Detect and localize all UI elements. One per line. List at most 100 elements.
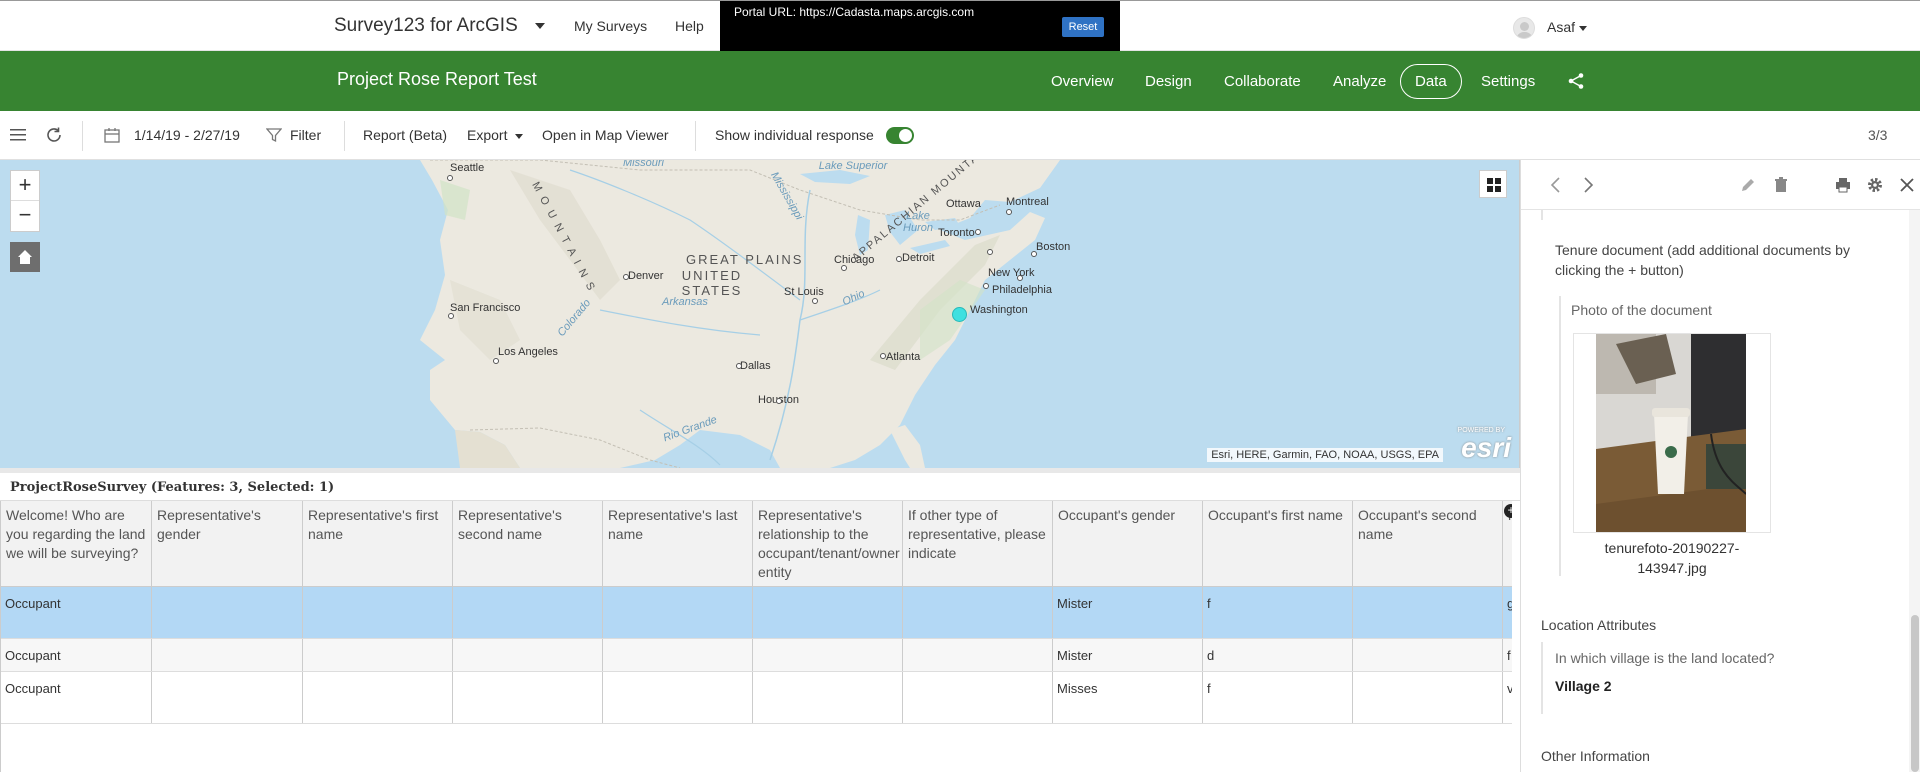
- chevron-right-icon[interactable]: [1579, 176, 1597, 194]
- city-dot: [776, 398, 782, 404]
- map-label-lake-superior: Lake Superior: [818, 160, 888, 172]
- city-dot: [880, 353, 886, 359]
- panel-scrollbar[interactable]: [1909, 210, 1920, 772]
- city-dot: [736, 363, 742, 369]
- close-icon[interactable]: [1898, 176, 1916, 194]
- column-header[interactable]: Occupant's gender: [1053, 501, 1203, 587]
- map-label-dallas: Dallas: [740, 360, 771, 372]
- table-cell: Mister: [1053, 587, 1203, 638]
- portal-url-text: Portal URL: https://Cadasta.maps.arcgis.…: [734, 5, 975, 19]
- village-answer: Village 2: [1555, 678, 1612, 694]
- help-link[interactable]: Help: [675, 18, 704, 34]
- table-cell: [603, 672, 753, 723]
- table-cell: [303, 639, 453, 671]
- app-title[interactable]: Survey123 for ArcGIS: [334, 15, 518, 37]
- table-cell: [753, 672, 903, 723]
- basemap-gallery-button[interactable]: [1479, 170, 1507, 198]
- table-cell: [903, 672, 1053, 723]
- map-label-seattle: Seattle: [450, 162, 485, 174]
- print-icon[interactable]: [1834, 176, 1852, 194]
- table-cell: [453, 672, 603, 723]
- column-header[interactable]: Representative's first name: [303, 501, 453, 587]
- app-menu-caret-icon[interactable]: [535, 23, 545, 29]
- tab-overview[interactable]: Overview: [1051, 73, 1114, 90]
- section-line: [1541, 642, 1543, 714]
- esri-logo[interactable]: esri: [1461, 432, 1511, 464]
- map-label-united-states: UNITED STATES: [681, 268, 743, 298]
- table-cell: [152, 672, 303, 723]
- scrollbar-thumb[interactable]: [1911, 615, 1919, 772]
- village-question: In which village is the land located?: [1555, 650, 1775, 666]
- city-dot: [448, 313, 454, 319]
- photo-label: Photo of the document: [1571, 302, 1712, 318]
- filter-button[interactable]: Filter: [290, 127, 321, 143]
- city-dot: [812, 298, 818, 304]
- table-cell: [303, 587, 453, 638]
- table-row[interactable]: Occupant Mister d f: [1, 639, 1512, 672]
- share-icon[interactable]: [1567, 72, 1585, 90]
- calendar-icon[interactable]: [104, 127, 120, 143]
- table-row[interactable]: Occupant Misses f v: [1, 672, 1512, 724]
- column-options-icon[interactable]: +: [1504, 504, 1512, 518]
- map-view[interactable]: Seattle Missouri Lake Superior Mississip…: [0, 160, 1520, 468]
- user-menu-caret-icon[interactable]: [1579, 26, 1587, 31]
- response-panel: Tenure document (add additional document…: [1520, 160, 1920, 772]
- my-surveys-link[interactable]: My Surveys: [574, 18, 647, 34]
- export-caret-icon[interactable]: [515, 134, 523, 139]
- gear-icon[interactable]: [1866, 176, 1884, 194]
- column-header[interactable]: If other type of representative, please …: [903, 501, 1053, 587]
- zoom-out-button[interactable]: −: [11, 201, 39, 231]
- open-map-viewer-button[interactable]: Open in Map Viewer: [542, 127, 669, 143]
- refresh-icon[interactable]: [45, 126, 63, 144]
- column-header[interactable]: Occupant's first name: [1203, 501, 1353, 587]
- delete-icon[interactable]: [1772, 176, 1790, 194]
- tab-data[interactable]: Data: [1400, 64, 1462, 99]
- toolbar-divider: [344, 121, 345, 151]
- table-cell: [152, 639, 303, 671]
- user-name[interactable]: Asaf: [1547, 19, 1575, 35]
- export-button[interactable]: Export: [467, 127, 507, 143]
- home-button[interactable]: [10, 242, 40, 272]
- tab-design[interactable]: Design: [1145, 73, 1192, 90]
- column-header[interactable]: Representative's relationship to the occ…: [753, 501, 903, 587]
- tab-analyze[interactable]: Analyze: [1333, 73, 1386, 90]
- column-header[interactable]: Representative's second name: [453, 501, 603, 587]
- table-cell: [903, 639, 1053, 671]
- chevron-left-icon[interactable]: [1547, 176, 1565, 194]
- user-avatar[interactable]: [1513, 17, 1535, 39]
- menu-icon[interactable]: [10, 128, 26, 142]
- filter-icon[interactable]: [266, 127, 282, 143]
- photo-thumbnail-frame[interactable]: [1573, 333, 1771, 533]
- column-header[interactable]: Welcome! Who are you regarding the land …: [1, 501, 152, 587]
- response-details: Tenure document (add additional document…: [1521, 210, 1909, 772]
- table-cell: Occupant: [1, 672, 152, 723]
- toolbar-divider: [695, 121, 696, 151]
- column-header[interactable]: Occupant's second name: [1353, 501, 1503, 587]
- avatar-head: [1520, 22, 1529, 31]
- column-header[interactable]: Representative's last name: [603, 501, 753, 587]
- photo-image: [1596, 334, 1746, 532]
- table-cell: [1353, 672, 1503, 723]
- table-cell: Occupant: [1, 587, 152, 638]
- tab-settings[interactable]: Settings: [1481, 73, 1535, 90]
- survey-point-marker[interactable]: [952, 307, 967, 322]
- survey-nav-bar: Project Rose Report Test Overview Design…: [0, 51, 1920, 111]
- date-range[interactable]: 1/14/19 - 2/27/19: [134, 127, 240, 143]
- table-cell: g: [1503, 587, 1512, 638]
- home-icon: [18, 250, 32, 264]
- table-row[interactable]: Occupant Mister f g: [1, 587, 1512, 639]
- tab-collaborate[interactable]: Collaborate: [1224, 73, 1301, 90]
- table-cell: d: [1203, 639, 1353, 671]
- show-individual-toggle[interactable]: [886, 127, 914, 144]
- column-header[interactable]: Representative's gender: [152, 501, 303, 587]
- page-count: 3/3: [1868, 127, 1888, 143]
- city-dot: [975, 229, 981, 235]
- edit-icon[interactable]: [1739, 176, 1757, 194]
- panel-toolbar: [1521, 160, 1920, 210]
- map-attribution[interactable]: Esri, HERE, Garmin, FAO, NOAA, USGS, EPA: [1207, 448, 1443, 462]
- document-photo[interactable]: [1596, 334, 1746, 532]
- photo-filename[interactable]: tenurefoto-20190227-143947.jpg: [1573, 538, 1771, 578]
- report-button[interactable]: Report (Beta): [363, 127, 447, 143]
- zoom-in-button[interactable]: +: [11, 171, 39, 201]
- reset-button[interactable]: Reset: [1062, 17, 1104, 37]
